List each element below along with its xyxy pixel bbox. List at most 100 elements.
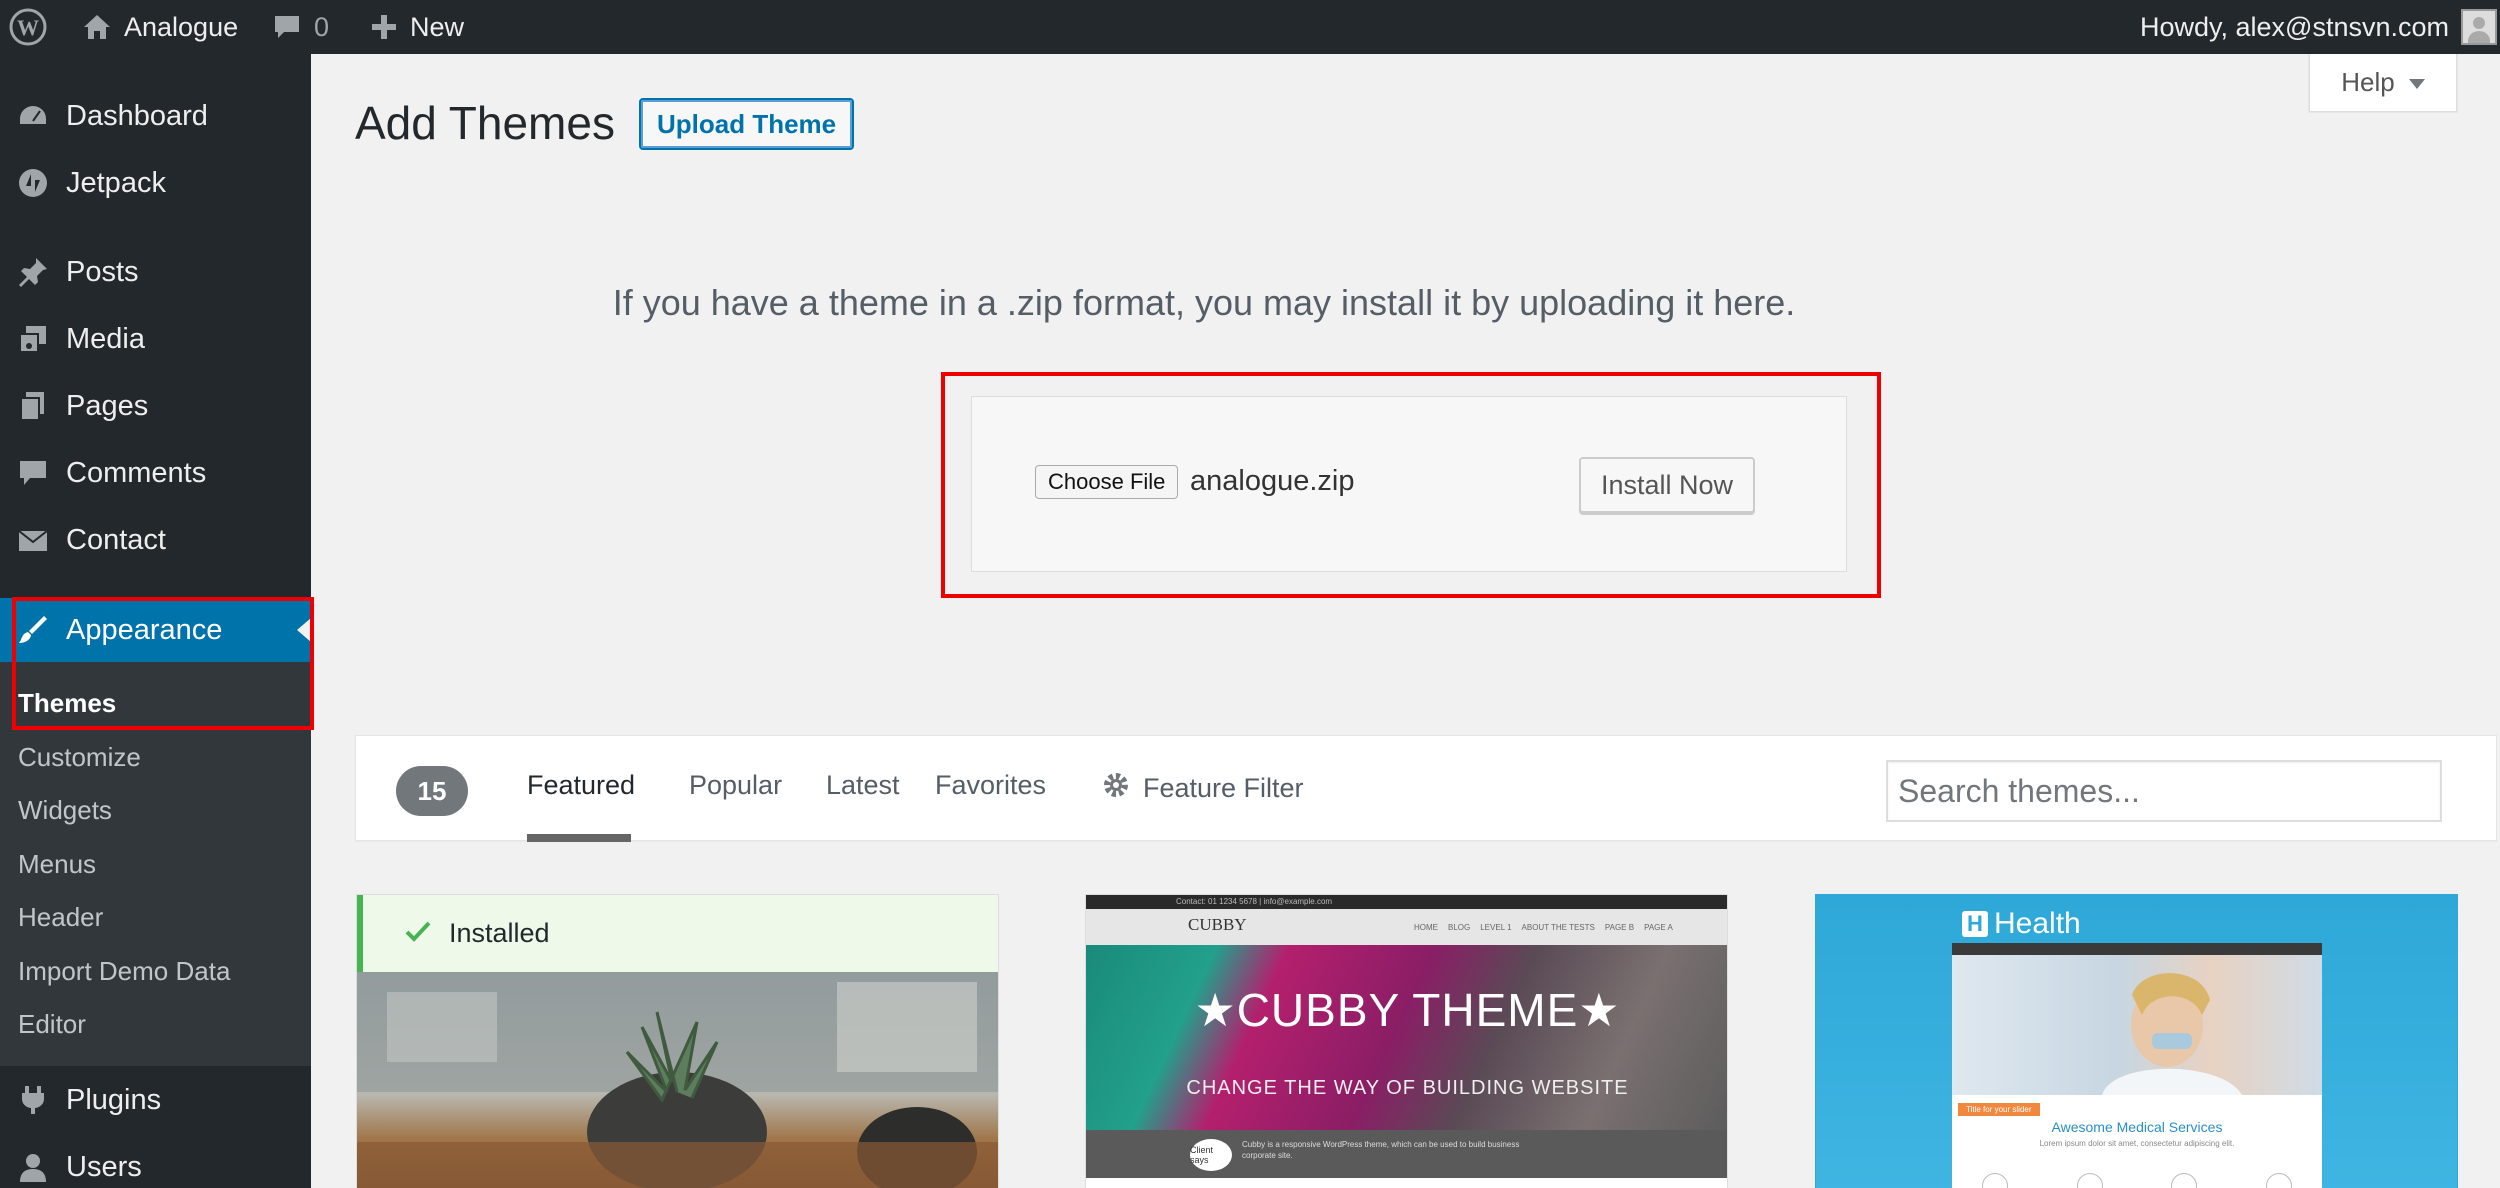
sidebar-item-label: Dashboard <box>66 99 208 132</box>
sidebar-item-label: Comments <box>66 456 207 489</box>
site-name-link[interactable]: Analogue <box>82 0 238 54</box>
wordpress-logo-icon[interactable]: W <box>8 0 48 54</box>
cubby-menu-item: BLOG <box>1448 923 1471 932</box>
sidebar-item-comments[interactable]: Comments <box>0 441 311 505</box>
sidebar-item-label: Jetpack <box>66 166 166 199</box>
service-icon <box>2265 1173 2292 1188</box>
submenu-themes[interactable]: Themes <box>18 688 116 719</box>
theme-count-badge: 15 <box>396 766 468 816</box>
pages-icon <box>0 389 66 423</box>
sidebar-item-plugins[interactable]: Plugins <box>0 1068 311 1132</box>
health-lorem: Lorem ipsum dolor sit amet, consectetur … <box>2039 1139 2235 1148</box>
cubby-speech-bubble: Client says <box>1190 1139 1232 1171</box>
account-menu[interactable]: Howdy, alex@stnsvn.com <box>2140 0 2498 54</box>
sidebar-item-contact[interactable]: Contact <box>0 508 311 572</box>
submenu-menus[interactable]: Menus <box>18 849 96 880</box>
sidebar-item-appearance[interactable]: Appearance <box>0 598 311 662</box>
search-themes-input[interactable] <box>1886 760 2442 822</box>
cubby-menu-item: HOME <box>1414 923 1438 932</box>
cubby-hero-title: ★CUBBY THEME★ <box>1194 984 1621 1036</box>
plus-icon <box>370 13 398 41</box>
upload-theme-button[interactable]: Upload Theme <box>639 98 855 150</box>
howdy-greeting: Howdy, alex@stnsvn.com <box>2140 11 2450 42</box>
submenu-widgets[interactable]: Widgets <box>18 795 112 826</box>
submenu-import-demo-data[interactable]: Import Demo Data <box>18 956 230 987</box>
theme-card-health[interactable]: H Health Title for your slider Awesome M… <box>1815 894 2458 1188</box>
sidebar-item-label: Contact <box>66 523 166 556</box>
checkmark-icon <box>405 918 431 949</box>
pin-icon <box>0 255 66 289</box>
install-now-button[interactable]: Install Now <box>1579 457 1756 513</box>
active-tab-indicator <box>527 834 631 842</box>
dashboard-icon <box>0 99 66 133</box>
cubby-hero-subtitle: CHANGE THE WAY OF BUILDING WEBSITE <box>1186 1077 1629 1099</box>
tab-popular[interactable]: Popular <box>689 770 782 801</box>
health-nav <box>1952 943 2322 955</box>
upload-instruction: If you have a theme in a .zip format, yo… <box>612 282 1796 323</box>
theme-screenshot-health: H Health Title for your slider Awesome M… <box>1816 895 2457 1188</box>
sidebar-item-pages[interactable]: Pages <box>0 374 311 438</box>
health-page-preview: Title for your slider Awesome Medical Se… <box>1952 943 2322 1188</box>
submenu-customize[interactable]: Customize <box>18 742 141 773</box>
health-slider-tag: Title for your slider <box>1958 1103 2040 1116</box>
brush-icon <box>0 613 66 647</box>
service-icon <box>2076 1173 2103 1188</box>
comments-count: 0 <box>314 11 330 42</box>
tab-favorites[interactable]: Favorites <box>935 770 1046 801</box>
cubby-menu-item: LEVEL 1 <box>1480 923 1512 932</box>
sidebar-item-dashboard[interactable]: Dashboard <box>0 84 311 148</box>
sidebar-item-jetpack[interactable]: Jetpack <box>0 151 311 215</box>
sidebar-item-label: Pages <box>66 389 149 422</box>
selected-file-name: analogue.zip <box>1190 465 1355 497</box>
comments-link[interactable]: 0 <box>272 0 329 54</box>
avatar <box>2461 9 2498 45</box>
submenu-header[interactable]: Header <box>18 902 103 933</box>
jetpack-icon <box>0 166 66 200</box>
theme-screenshot-cubby: Contact: 01 1234 5678 | info@example.com… <box>1086 895 1727 1178</box>
sidebar-item-posts[interactable]: Posts <box>0 240 311 304</box>
health-hero-photo <box>1952 955 2322 1095</box>
feature-filter-button[interactable]: Feature Filter <box>1101 770 1304 807</box>
envelope-icon <box>0 523 66 557</box>
comment-bubble-icon <box>272 12 302 42</box>
sidebar-item-label: Users <box>66 1150 142 1183</box>
theme-card-analogue[interactable]: Installed <box>356 894 999 1188</box>
gear-icon <box>1101 770 1131 807</box>
comment-icon <box>0 456 66 490</box>
health-heading: Awesome Medical Services <box>2051 1119 2223 1135</box>
sidebar-item-label: Media <box>66 322 145 355</box>
installed-label: Installed <box>449 918 550 948</box>
theme-screenshot-analogue <box>357 972 998 1188</box>
cubby-quote: Cubby is a responsive WordPress theme, w… <box>1242 1140 1520 1160</box>
tab-featured[interactable]: Featured <box>527 770 635 801</box>
appearance-submenu: Themes Customize Widgets Menus Header Im… <box>0 662 311 1066</box>
media-icon <box>0 322 66 356</box>
cubby-logo: CUBBY <box>1188 915 1247 934</box>
tab-latest[interactable]: Latest <box>826 770 900 801</box>
health-service-icons <box>1982 1173 2292 1188</box>
choose-file-button[interactable]: Choose File <box>1035 465 1179 499</box>
feature-filter-label: Feature Filter <box>1143 773 1304 803</box>
user-icon <box>0 1150 66 1184</box>
installed-notice: Installed <box>357 895 998 972</box>
help-label: Help <box>2341 67 2395 97</box>
page-title: Add Themes <box>355 97 615 149</box>
cubby-topbar-text: Contact: 01 1234 5678 | info@example.com <box>1086 895 1727 909</box>
sidebar-item-label: Posts <box>66 255 139 288</box>
sidebar-item-users[interactable]: Users <box>0 1135 311 1188</box>
new-content-link[interactable]: New <box>370 0 464 54</box>
sidebar-item-label: Appearance <box>66 613 223 646</box>
health-logo-text: Health <box>1994 907 2081 940</box>
sidebar-item-media[interactable]: Media <box>0 307 311 371</box>
new-label: New <box>410 11 465 42</box>
health-logo: H Health <box>1962 907 2081 941</box>
theme-card-cubby[interactable]: Contact: 01 1234 5678 | info@example.com… <box>1085 894 1728 1188</box>
plug-icon <box>0 1083 66 1117</box>
cubby-hero <box>1086 945 1727 1130</box>
cubby-menu-item: ABOUT THE TESTS <box>1521 923 1595 932</box>
home-icon <box>82 12 112 42</box>
submenu-editor[interactable]: Editor <box>18 1009 86 1040</box>
theme-filter-bar: 15 Featured Popular Latest Favorites Fea… <box>355 735 2497 842</box>
help-tab[interactable]: Help <box>2309 54 2457 112</box>
admin-sidebar: Dashboard Jetpack Posts Media Pages Comm… <box>0 54 311 1188</box>
